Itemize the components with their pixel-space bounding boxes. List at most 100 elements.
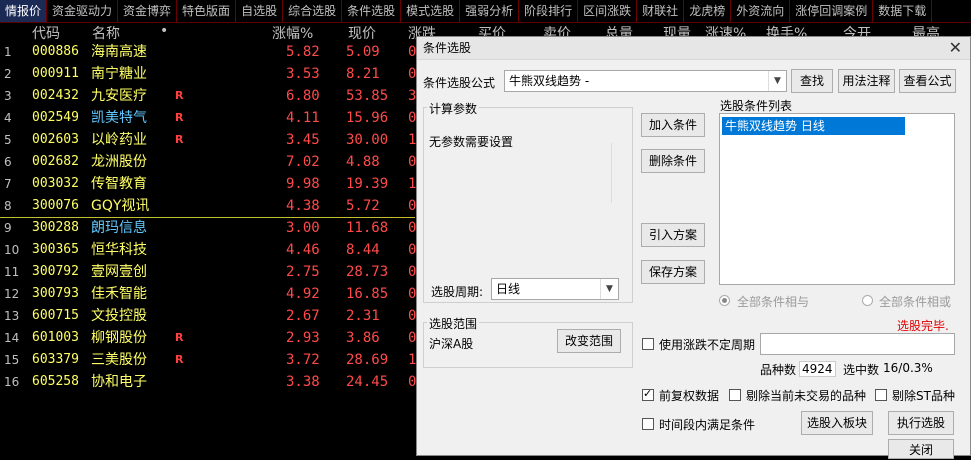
tab-4[interactable]: 自选股 [236, 0, 284, 22]
tab-13[interactable]: 外资流向 [731, 0, 791, 22]
price: 5.72 [346, 198, 380, 214]
price: 30.00 [346, 132, 389, 148]
tab-14[interactable]: 涨停回调案例 [790, 0, 874, 22]
count-label: 品种数 [760, 363, 797, 377]
tab-0[interactable]: 情报价 [0, 0, 48, 22]
chevron-down-icon[interactable]: ▼ [768, 71, 786, 91]
tab-1[interactable]: 资金驱动力 [47, 0, 119, 22]
price: 11.68 [346, 220, 389, 236]
range-value: 沪深A股 [429, 337, 474, 351]
run-select-button[interactable]: 执行选股 [888, 411, 954, 435]
stock-code: 003032 [32, 176, 79, 191]
price: 28.69 [346, 352, 389, 368]
stock-code: 300076 [32, 198, 79, 213]
stock-code: 002549 [32, 110, 79, 125]
tab-10[interactable]: 区间涨跌 [578, 0, 638, 22]
row-number: 12 [4, 287, 20, 301]
usage-button[interactable]: 用法注释 [838, 69, 895, 93]
condition-item[interactable]: 牛熊双线趋势 日线 [722, 117, 905, 135]
view-formula-button[interactable]: 查看公式 [899, 69, 956, 93]
tab-5[interactable]: 综合选股 [283, 0, 343, 22]
delete-condition-button[interactable]: 删除条件 [641, 149, 705, 173]
dialog-titlebar[interactable]: 条件选股 ✕ [417, 37, 970, 60]
change-pct: 2.93 [286, 330, 320, 346]
col-price[interactable]: 现价 [348, 23, 376, 43]
stock-code: 000911 [32, 66, 79, 81]
row-number: 1 [4, 45, 12, 59]
row-number: 7 [4, 177, 12, 191]
col-dot: • [160, 23, 169, 39]
stock-name: 传智教育 [91, 176, 147, 192]
stock-code: 300288 [32, 220, 79, 235]
stock-name: 协和电子 [91, 374, 147, 390]
exclude-st-checkbox[interactable] [875, 389, 887, 401]
import-plan-button[interactable]: 引入方案 [641, 223, 705, 247]
save-plan-button[interactable]: 保存方案 [641, 260, 705, 284]
row-number: 4 [4, 111, 12, 125]
add-condition-button[interactable]: 加入条件 [641, 113, 705, 137]
condition-listbox[interactable]: 牛熊双线趋势 日线 [719, 113, 955, 285]
price: 24.45 [346, 374, 389, 390]
change-pct: 4.92 [286, 286, 320, 302]
select-into-block-button[interactable]: 选股入板块 [801, 411, 873, 435]
col-change-pct[interactable]: 涨幅% [272, 23, 313, 43]
period-value: 日线 [496, 282, 521, 296]
tab-11[interactable]: 财联社 [637, 0, 685, 22]
hit-value: 16/0.3% [883, 361, 933, 375]
uncertain-period-label: 使用涨跌不定周期 [659, 338, 756, 352]
stock-name: 九安医疗 [91, 88, 147, 104]
all-and-radio[interactable] [719, 295, 730, 306]
row-number: 16 [4, 375, 20, 389]
change-pct: 3.45 [286, 132, 320, 148]
tab-12[interactable]: 龙虎榜 [684, 0, 732, 22]
stock-code: 002603 [32, 132, 79, 147]
col-name[interactable]: 名称 [92, 23, 120, 43]
change-pct: 7.02 [286, 154, 320, 170]
stock-code: 601003 [32, 330, 79, 345]
stock-name: 海南高速 [91, 44, 147, 60]
row-number: 6 [4, 155, 12, 169]
close-button[interactable]: 关闭 [888, 439, 954, 459]
period-select[interactable]: 日线 ▼ [491, 278, 619, 300]
formula-select[interactable]: 牛熊双线趋势 - ▼ [504, 70, 787, 92]
pre-adjusted-checkbox[interactable] [642, 387, 654, 401]
stock-code: 300365 [32, 242, 79, 257]
r-flag: R [175, 331, 184, 344]
status-done: 选股完毕. [897, 319, 949, 333]
tab-15[interactable]: 数据下载 [873, 0, 933, 22]
in-period-label: 时间段内满足条件 [659, 418, 756, 432]
price: 53.85 [346, 88, 389, 104]
stock-name: GQY视讯 [91, 198, 150, 214]
tab-8[interactable]: 强弱分析 [460, 0, 520, 22]
change-pct: 3.00 [286, 220, 320, 236]
tab-3[interactable]: 特色版面 [177, 0, 237, 22]
find-button[interactable]: 查找 [791, 69, 833, 93]
in-period-checkbox[interactable] [642, 418, 654, 430]
range-group-title: 选股范围 [427, 315, 480, 332]
change-pct: 2.75 [286, 264, 320, 280]
change-pct: 4.46 [286, 242, 320, 258]
change-range-button[interactable]: 改变范围 [557, 329, 621, 353]
exclude-no-trade-checkbox[interactable] [729, 389, 741, 401]
uncertain-period-input[interactable] [760, 333, 955, 355]
price: 4.88 [346, 154, 380, 170]
stock-name: 壹网壹创 [91, 264, 147, 280]
uncertain-period-checkbox[interactable] [642, 338, 654, 350]
all-or-radio[interactable] [862, 295, 873, 306]
params-scrollbar[interactable] [611, 143, 626, 203]
row-number: 15 [4, 353, 20, 367]
tab-9[interactable]: 阶段排行 [519, 0, 579, 22]
tab-6[interactable]: 条件选股 [342, 0, 402, 22]
close-icon[interactable]: ✕ [949, 37, 962, 59]
tab-2[interactable]: 资金博弈 [118, 0, 178, 22]
params-group-title: 计算参数 [427, 100, 480, 117]
row-number: 10 [4, 243, 20, 257]
col-code[interactable]: 代码 [32, 23, 60, 43]
all-and-label: 全部条件相与 [737, 295, 810, 309]
r-flag: R [175, 133, 184, 146]
chevron-down-icon[interactable]: ▼ [600, 279, 618, 299]
change-pct: 3.38 [286, 374, 320, 390]
tab-7[interactable]: 模式选股 [401, 0, 461, 22]
top-tab-bar: 情报价 资金驱动力 资金博弈 特色版面 自选股 综合选股 条件选股 模式选股 强弱分析 阶段排行区… [0, 0, 971, 23]
row-number: 5 [4, 133, 12, 147]
